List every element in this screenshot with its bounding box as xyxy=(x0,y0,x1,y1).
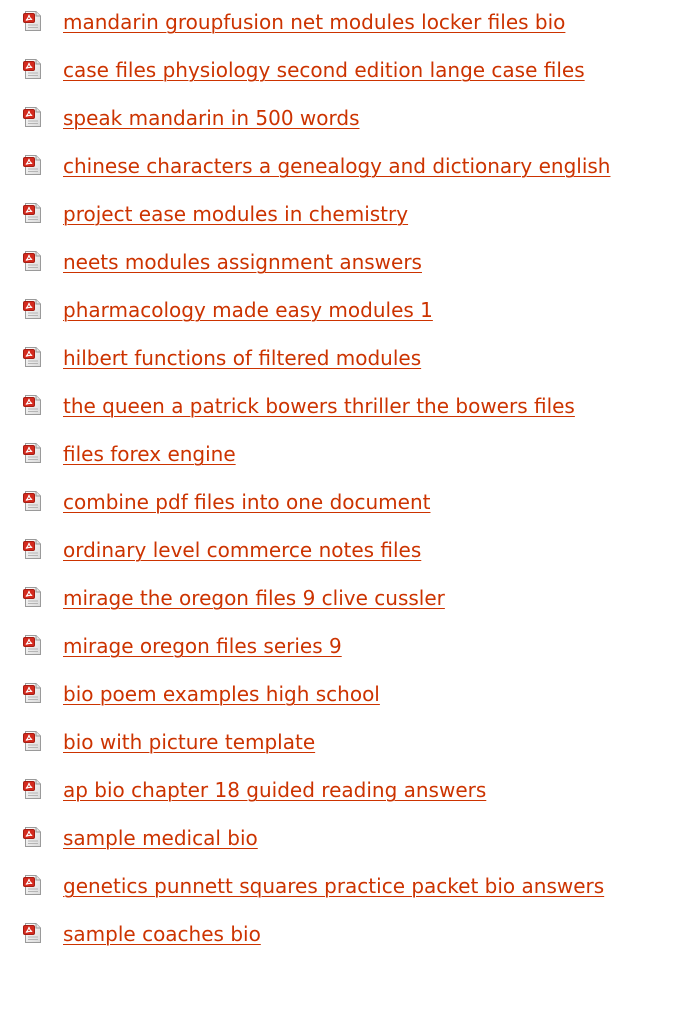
pdf-file-icon xyxy=(23,730,43,752)
list-item-6: neets modules assignment answers xyxy=(0,246,699,294)
pdf-file-icon xyxy=(23,58,43,80)
file-link[interactable]: sample medical bio xyxy=(63,822,258,854)
list-item-10: files forex engine xyxy=(0,438,699,486)
list-item-9: the queen a patrick bowers thriller the … xyxy=(0,390,699,438)
list-item-7: pharmacology made easy modules 1 xyxy=(0,294,699,342)
file-link[interactable]: mirage oregon files series 9 xyxy=(63,630,342,662)
file-link[interactable]: the queen a patrick bowers thriller the … xyxy=(63,390,575,422)
file-link[interactable]: sample coaches bio xyxy=(63,918,261,950)
list-item-17: ap bio chapter 18 guided reading answers xyxy=(0,774,699,822)
file-link[interactable]: bio with picture template xyxy=(63,726,315,758)
list-item-11: combine pdf files into one document xyxy=(0,486,699,534)
list-item-3: speak mandarin in 500 words xyxy=(0,102,699,150)
pdf-file-icon xyxy=(23,586,43,608)
pdf-file-icon xyxy=(23,874,43,896)
pdf-file-icon xyxy=(23,826,43,848)
file-link[interactable]: project ease modules in chemistry xyxy=(63,198,408,230)
file-link[interactable]: genetics punnett squares practice packet… xyxy=(63,870,604,902)
file-link[interactable]: pharmacology made easy modules 1 xyxy=(63,294,433,326)
file-link[interactable]: ordinary level commerce notes files xyxy=(63,534,421,566)
pdf-file-icon xyxy=(23,250,43,272)
list-item-1: mandarin groupfusion net modules locker … xyxy=(0,6,699,54)
list-item-8: hilbert functions of filtered modules xyxy=(0,342,699,390)
pdf-file-icon xyxy=(23,106,43,128)
pdf-file-icon xyxy=(23,778,43,800)
list-item-2: case files physiology second edition lan… xyxy=(0,54,699,102)
list-item-14: mirage oregon files series 9 xyxy=(0,630,699,678)
pdf-file-icon xyxy=(23,394,43,416)
pdf-file-icon xyxy=(23,634,43,656)
file-link[interactable]: ap bio chapter 18 guided reading answers xyxy=(63,774,486,806)
pdf-file-icon xyxy=(23,922,43,944)
list-item-13: mirage the oregon files 9 clive cussler xyxy=(0,582,699,630)
list-item-16: bio with picture template xyxy=(0,726,699,774)
pdf-file-icon xyxy=(23,490,43,512)
list-item-12: ordinary level commerce notes files xyxy=(0,534,699,582)
file-link[interactable]: files forex engine xyxy=(63,438,236,470)
pdf-file-icon xyxy=(23,442,43,464)
file-link[interactable]: combine pdf files into one document xyxy=(63,486,430,518)
file-link[interactable]: mirage the oregon files 9 clive cussler xyxy=(63,582,445,614)
pdf-file-icon xyxy=(23,298,43,320)
file-link[interactable]: chinese characters a genealogy and dicti… xyxy=(63,150,610,182)
pdf-file-icon xyxy=(23,538,43,560)
file-link[interactable]: case files physiology second edition lan… xyxy=(63,54,585,86)
list-item-5: project ease modules in chemistry xyxy=(0,198,699,246)
pdf-file-icon xyxy=(23,202,43,224)
file-link[interactable]: bio poem examples high school xyxy=(63,678,380,710)
pdf-file-icon xyxy=(23,346,43,368)
file-link[interactable]: mandarin groupfusion net modules locker … xyxy=(63,6,565,38)
list-item-15: bio poem examples high school xyxy=(0,678,699,726)
file-link[interactable]: speak mandarin in 500 words xyxy=(63,102,360,134)
pdf-file-icon xyxy=(23,10,43,32)
list-item-19: genetics punnett squares practice packet… xyxy=(0,870,699,918)
file-link[interactable]: hilbert functions of filtered modules xyxy=(63,342,421,374)
list-item-4: chinese characters a genealogy and dicti… xyxy=(0,150,699,198)
file-link[interactable]: neets modules assignment answers xyxy=(63,246,422,278)
pdf-file-icon xyxy=(23,154,43,176)
pdf-file-icon xyxy=(23,682,43,704)
pdf-file-list: mandarin groupfusion net modules locker … xyxy=(0,6,699,966)
list-item-18: sample medical bio xyxy=(0,822,699,870)
list-item-20: sample coaches bio xyxy=(0,918,699,966)
